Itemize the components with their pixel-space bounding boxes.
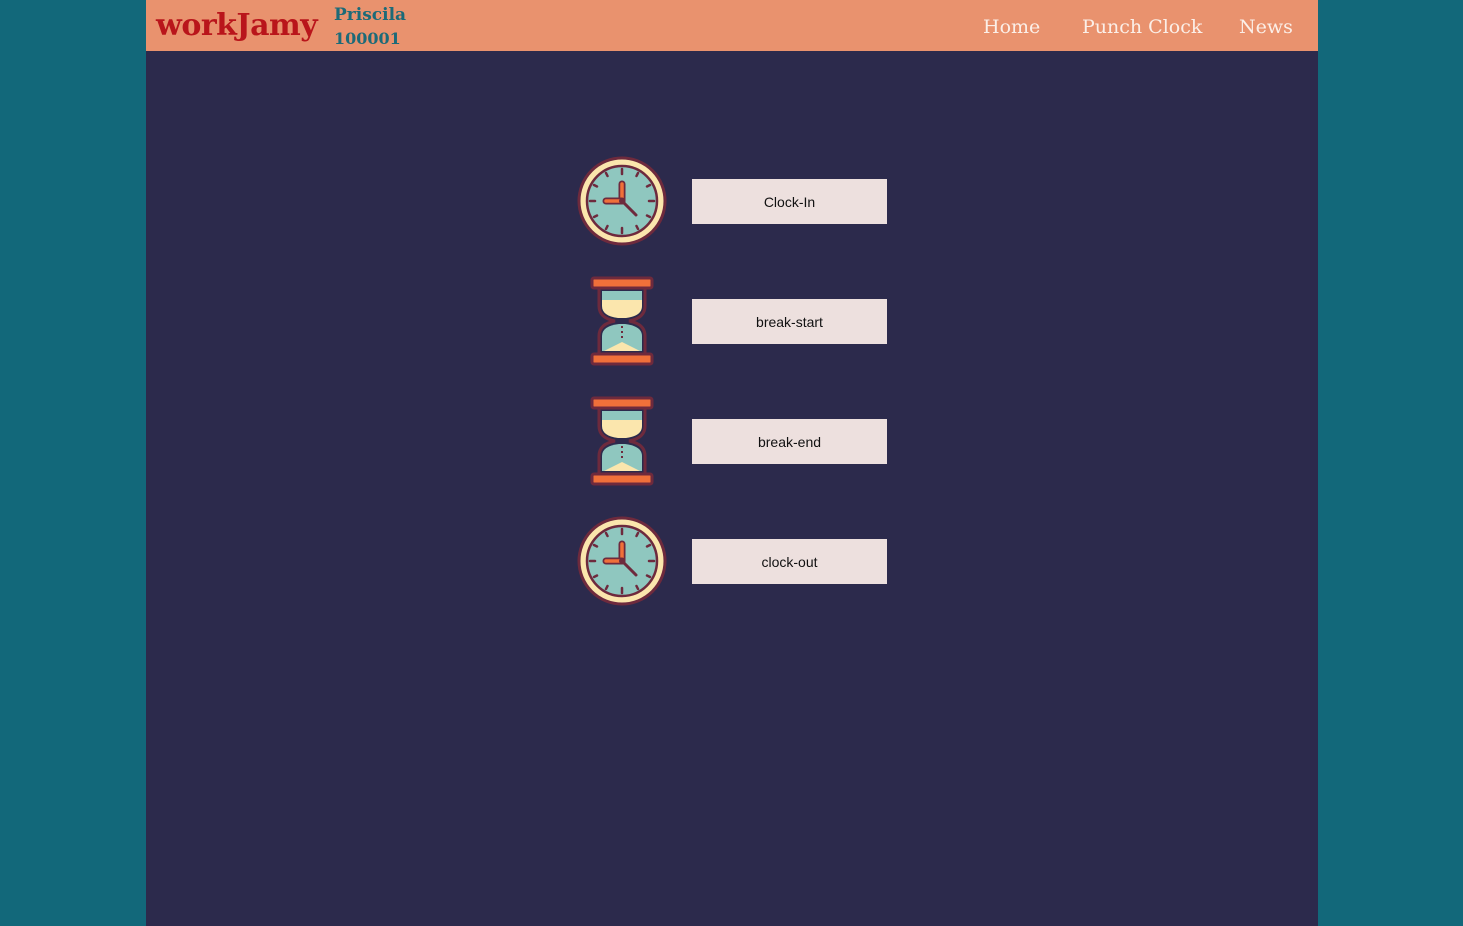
break-start-button[interactable]: break-start xyxy=(692,299,887,344)
nav-home-link[interactable]: Home xyxy=(983,14,1040,40)
clock-icon xyxy=(577,156,667,246)
hourglass-icon xyxy=(577,276,667,366)
clock-icon xyxy=(577,516,667,606)
user-id: 100001 xyxy=(334,29,401,48)
break-end-button[interactable]: break-end xyxy=(692,419,887,464)
app-logo[interactable]: workJamy xyxy=(156,6,318,46)
user-name: Priscila xyxy=(334,5,407,25)
top-header: workJamy Priscila 100001 Home Punch Cloc… xyxy=(146,0,1318,51)
nav-news-link[interactable]: News xyxy=(1239,14,1293,40)
nav-punch-clock-link[interactable]: Punch Clock xyxy=(1082,14,1202,40)
clock-out-button[interactable]: clock-out xyxy=(692,539,887,584)
clock-in-button[interactable]: Clock-In xyxy=(692,179,887,224)
hourglass-icon xyxy=(577,396,667,486)
app-container: workJamy Priscila 100001 Home Punch Cloc… xyxy=(146,0,1318,926)
